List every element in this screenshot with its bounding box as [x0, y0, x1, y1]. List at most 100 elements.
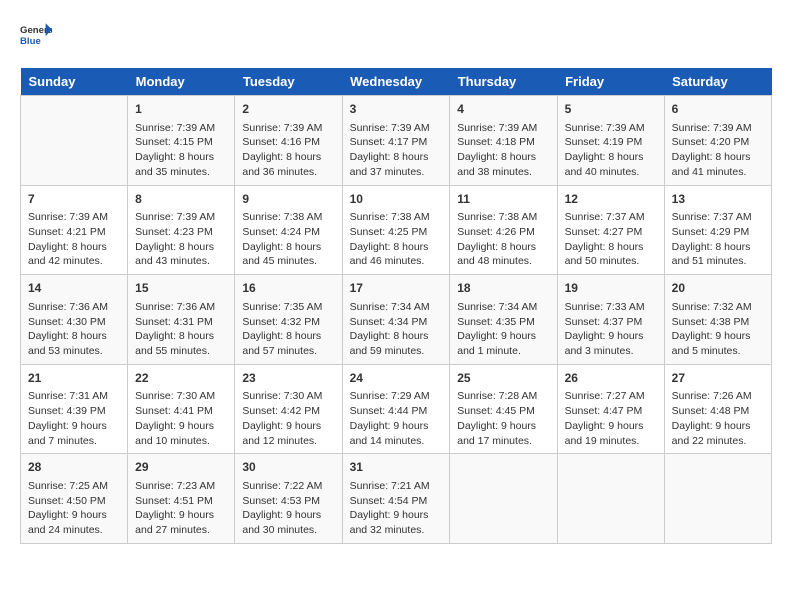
day-number: 6: [672, 101, 764, 118]
day-number: 12: [565, 191, 657, 208]
cell-details: Sunrise: 7:32 AMSunset: 4:38 PMDaylight:…: [672, 300, 764, 359]
cell-details: Sunrise: 7:23 AMSunset: 4:51 PMDaylight:…: [135, 479, 227, 538]
calendar-cell: 20 Sunrise: 7:32 AMSunset: 4:38 PMDayligh…: [664, 275, 771, 365]
cell-details: Sunrise: 7:39 AMSunset: 4:20 PMDaylight:…: [672, 121, 764, 180]
logo-icon: GeneralBlue: [20, 20, 52, 52]
cell-details: Sunrise: 7:38 AMSunset: 4:24 PMDaylight:…: [242, 210, 334, 269]
calendar-cell: 7 Sunrise: 7:39 AMSunset: 4:21 PMDaylight…: [21, 185, 128, 275]
calendar-week-row: 21 Sunrise: 7:31 AMSunset: 4:39 PMDayligh…: [21, 364, 772, 454]
calendar-cell: 26 Sunrise: 7:27 AMSunset: 4:47 PMDayligh…: [557, 364, 664, 454]
calendar-cell: [557, 454, 664, 544]
cell-details: Sunrise: 7:35 AMSunset: 4:32 PMDaylight:…: [242, 300, 334, 359]
cell-details: Sunrise: 7:21 AMSunset: 4:54 PMDaylight:…: [350, 479, 443, 538]
cell-details: Sunrise: 7:39 AMSunset: 4:19 PMDaylight:…: [565, 121, 657, 180]
day-number: 15: [135, 280, 227, 297]
weekday-header: Monday: [128, 68, 235, 96]
calendar-cell: 23Sunrise: 7:30 AMSunset: 4:42 PMDayligh…: [235, 364, 342, 454]
weekday-header: Friday: [557, 68, 664, 96]
cell-details: Sunrise: 7:37 AMSunset: 4:29 PMDaylight:…: [672, 210, 764, 269]
day-number: 31: [350, 459, 443, 476]
weekday-header: Tuesday: [235, 68, 342, 96]
calendar-cell: 28 Sunrise: 7:25 AMSunset: 4:50 PMDayligh…: [21, 454, 128, 544]
calendar-cell: 14Sunrise: 7:36 AMSunset: 4:30 PMDayligh…: [21, 275, 128, 365]
cell-details: Sunrise: 7:30 AMSunset: 4:41 PMDaylight:…: [135, 389, 227, 448]
day-number: 29: [135, 459, 227, 476]
weekday-header: Wednesday: [342, 68, 450, 96]
day-number: 17: [350, 280, 443, 297]
day-number: 11: [457, 191, 549, 208]
calendar-cell: 2 Sunrise: 7:39 AMSunset: 4:16 PMDaylight…: [235, 96, 342, 186]
day-number: 24: [350, 370, 443, 387]
calendar-cell: 11Sunrise: 7:38 AMSunset: 4:26 PMDayligh…: [450, 185, 557, 275]
weekday-header: Thursday: [450, 68, 557, 96]
day-number: 13: [672, 191, 764, 208]
weekday-header: Sunday: [21, 68, 128, 96]
calendar-cell: 29 Sunrise: 7:23 AMSunset: 4:51 PMDayligh…: [128, 454, 235, 544]
day-number: 25: [457, 370, 549, 387]
calendar-cell: 5 Sunrise: 7:39 AMSunset: 4:19 PMDaylight…: [557, 96, 664, 186]
day-number: 2: [242, 101, 334, 118]
weekday-header-row: SundayMondayTuesdayWednesdayThursdayFrid…: [21, 68, 772, 96]
day-number: 9: [242, 191, 334, 208]
cell-details: Sunrise: 7:36 AMSunset: 4:30 PMDaylight:…: [28, 300, 120, 359]
weekday-header: Saturday: [664, 68, 771, 96]
calendar-cell: [21, 96, 128, 186]
calendar-cell: [450, 454, 557, 544]
cell-details: Sunrise: 7:36 AMSunset: 4:31 PMDaylight:…: [135, 300, 227, 359]
cell-details: Sunrise: 7:26 AMSunset: 4:48 PMDaylight:…: [672, 389, 764, 448]
page-header: GeneralBlue: [20, 20, 772, 52]
cell-details: Sunrise: 7:34 AMSunset: 4:34 PMDaylight:…: [350, 300, 443, 359]
calendar-cell: 10Sunrise: 7:38 AMSunset: 4:25 PMDayligh…: [342, 185, 450, 275]
day-number: 8: [135, 191, 227, 208]
day-number: 19: [565, 280, 657, 297]
cell-details: Sunrise: 7:39 AMSunset: 4:16 PMDaylight:…: [242, 121, 334, 180]
day-number: 21: [28, 370, 120, 387]
cell-details: Sunrise: 7:31 AMSunset: 4:39 PMDaylight:…: [28, 389, 120, 448]
calendar-cell: 6 Sunrise: 7:39 AMSunset: 4:20 PMDaylight…: [664, 96, 771, 186]
calendar-cell: 27 Sunrise: 7:26 AMSunset: 4:48 PMDayligh…: [664, 364, 771, 454]
cell-details: Sunrise: 7:33 AMSunset: 4:37 PMDaylight:…: [565, 300, 657, 359]
day-number: 4: [457, 101, 549, 118]
calendar-cell: 12 Sunrise: 7:37 AMSunset: 4:27 PMDayligh…: [557, 185, 664, 275]
calendar-cell: 25Sunrise: 7:28 AMSunset: 4:45 PMDayligh…: [450, 364, 557, 454]
day-number: 30: [242, 459, 334, 476]
calendar-week-row: 7 Sunrise: 7:39 AMSunset: 4:21 PMDaylight…: [21, 185, 772, 275]
day-number: 18: [457, 280, 549, 297]
cell-details: Sunrise: 7:39 AMSunset: 4:23 PMDaylight:…: [135, 210, 227, 269]
cell-details: Sunrise: 7:39 AMSunset: 4:17 PMDaylight:…: [350, 121, 443, 180]
calendar-cell: 31 Sunrise: 7:21 AMSunset: 4:54 PMDayligh…: [342, 454, 450, 544]
cell-details: Sunrise: 7:30 AMSunset: 4:42 PMDaylight:…: [242, 389, 334, 448]
day-number: 26: [565, 370, 657, 387]
calendar-cell: 21 Sunrise: 7:31 AMSunset: 4:39 PMDayligh…: [21, 364, 128, 454]
day-number: 27: [672, 370, 764, 387]
cell-details: Sunrise: 7:34 AMSunset: 4:35 PMDaylight:…: [457, 300, 549, 359]
cell-details: Sunrise: 7:38 AMSunset: 4:25 PMDaylight:…: [350, 210, 443, 269]
calendar-cell: 30 Sunrise: 7:22 AMSunset: 4:53 PMDayligh…: [235, 454, 342, 544]
calendar-cell: 3 Sunrise: 7:39 AMSunset: 4:17 PMDaylight…: [342, 96, 450, 186]
day-number: 5: [565, 101, 657, 118]
calendar-cell: 15 Sunrise: 7:36 AMSunset: 4:31 PMDayligh…: [128, 275, 235, 365]
logo: GeneralBlue: [20, 20, 52, 52]
cell-details: Sunrise: 7:39 AMSunset: 4:21 PMDaylight:…: [28, 210, 120, 269]
cell-details: Sunrise: 7:22 AMSunset: 4:53 PMDaylight:…: [242, 479, 334, 538]
calendar-cell: 24Sunrise: 7:29 AMSunset: 4:44 PMDayligh…: [342, 364, 450, 454]
calendar-cell: 1Sunrise: 7:39 AMSunset: 4:15 PMDaylight…: [128, 96, 235, 186]
calendar-week-row: 28 Sunrise: 7:25 AMSunset: 4:50 PMDayligh…: [21, 454, 772, 544]
calendar-cell: 16 Sunrise: 7:35 AMSunset: 4:32 PMDayligh…: [235, 275, 342, 365]
day-number: 7: [28, 191, 120, 208]
calendar-cell: 19 Sunrise: 7:33 AMSunset: 4:37 PMDayligh…: [557, 275, 664, 365]
day-number: 16: [242, 280, 334, 297]
calendar-cell: 18 Sunrise: 7:34 AMSunset: 4:35 PMDayligh…: [450, 275, 557, 365]
day-number: 22: [135, 370, 227, 387]
day-number: 20: [672, 280, 764, 297]
day-number: 28: [28, 459, 120, 476]
cell-details: Sunrise: 7:25 AMSunset: 4:50 PMDaylight:…: [28, 479, 120, 538]
cell-details: Sunrise: 7:27 AMSunset: 4:47 PMDaylight:…: [565, 389, 657, 448]
calendar-cell: [664, 454, 771, 544]
day-number: 3: [350, 101, 443, 118]
svg-text:Blue: Blue: [20, 36, 41, 47]
calendar-cell: 13 Sunrise: 7:37 AMSunset: 4:29 PMDayligh…: [664, 185, 771, 275]
calendar-table: SundayMondayTuesdayWednesdayThursdayFrid…: [20, 68, 772, 544]
cell-details: Sunrise: 7:37 AMSunset: 4:27 PMDaylight:…: [565, 210, 657, 269]
calendar-cell: 4Sunrise: 7:39 AMSunset: 4:18 PMDaylight…: [450, 96, 557, 186]
